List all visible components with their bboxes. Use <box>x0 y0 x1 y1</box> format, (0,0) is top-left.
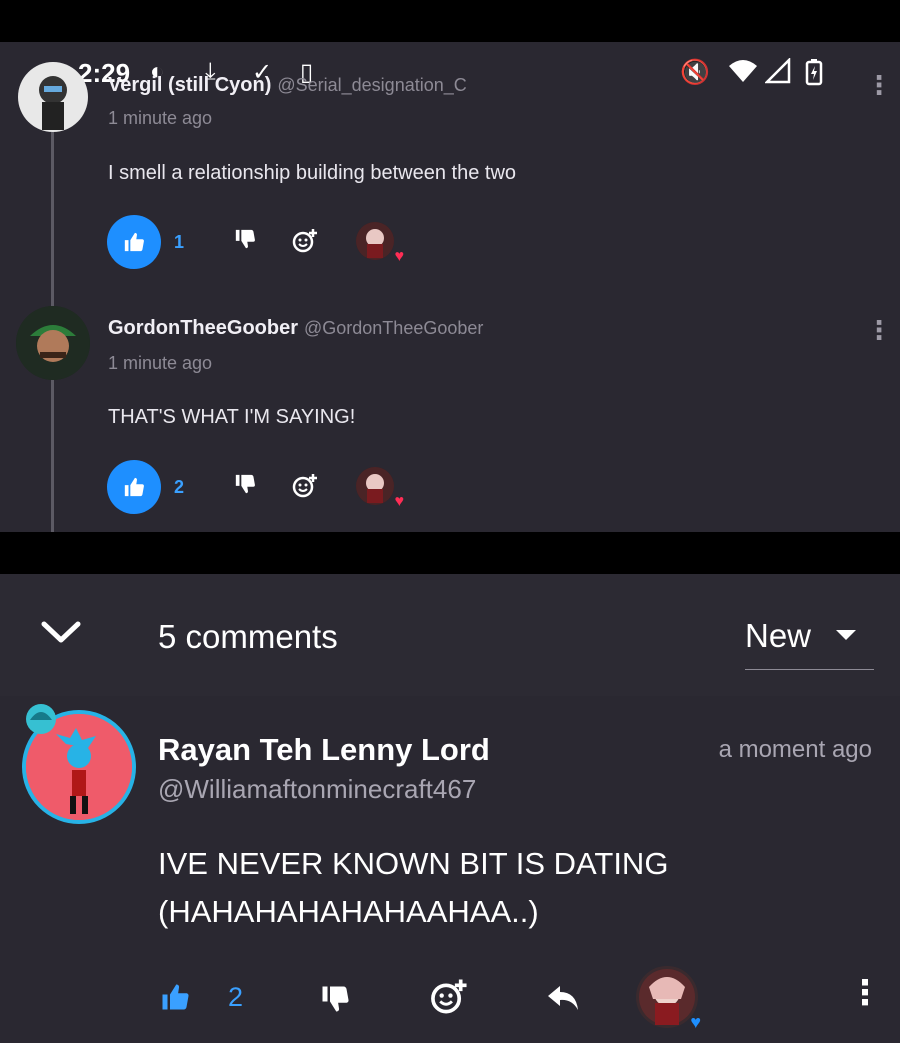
author-handle[interactable]: @Williamaftonminecraft467 <box>158 774 476 805</box>
comment-item: Rayan Teh Lenny Lord @Williamaftonminecr… <box>0 696 900 1043</box>
comment-count: 5 comments <box>158 618 338 655</box>
mute-icon: 🔇 <box>680 59 710 86</box>
comment-time: 1 minute ago <box>108 353 213 373</box>
author-handle[interactable]: @Serial_designation_C <box>277 75 466 95</box>
sort-label: New <box>745 617 812 654</box>
thumbs-up-icon <box>124 477 144 497</box>
comment-text-line: (HAHAHAHAHAHAAHAA..) <box>158 894 539 929</box>
reply-button[interactable] <box>546 984 580 1017</box>
author-name[interactable]: Rayan Teh Lenny Lord <box>158 732 490 768</box>
comment-time: 1 minute ago <box>108 108 213 128</box>
like-button[interactable] <box>107 460 161 514</box>
thumbs-down-icon <box>235 229 255 249</box>
battery-icon <box>805 58 823 93</box>
chevron-down-icon <box>41 621 81 643</box>
comment-author[interactable]: Vergil (still Cyon) @Serial_designation_C <box>108 74 467 97</box>
like-count: 2 <box>174 477 185 497</box>
author-handle[interactable]: @GordonTheeGoober <box>304 318 483 338</box>
add-emoji-icon <box>292 229 317 253</box>
comment-author[interactable]: GordonTheeGoober @GordonTheeGoober <box>108 317 483 340</box>
more-options-icon[interactable]: ⋮ <box>866 317 892 343</box>
more-options-icon[interactable]: ⋮ <box>848 976 882 1010</box>
avatar[interactable] <box>18 62 88 132</box>
add-reaction-button[interactable] <box>430 978 468 1021</box>
creator-heart-avatar: ♥ <box>636 966 701 1032</box>
dropdown-caret-icon <box>836 630 856 640</box>
add-reaction-button[interactable] <box>292 228 318 260</box>
creator-heart-avatar: ♥ <box>356 467 404 510</box>
wifi-icon <box>728 58 758 91</box>
thumbs-down-icon <box>322 986 349 1012</box>
collapse-button[interactable] <box>40 618 82 651</box>
comment-text-line: IVE NEVER KNOWN BIT IS DATING <box>158 846 669 881</box>
thumbs-up-icon <box>162 984 189 1010</box>
heart-icon: ♥ <box>394 248 405 265</box>
add-emoji-icon <box>292 474 317 498</box>
heart-icon: ♥ <box>394 493 405 510</box>
comments-header: 5 comments New <box>0 574 900 696</box>
signal-icon <box>763 56 791 91</box>
like-button[interactable] <box>107 215 161 269</box>
comment-text: I smell a relationship building between … <box>108 162 517 184</box>
like-count: 1 <box>174 232 185 252</box>
author-name[interactable]: GordonTheeGoober <box>108 317 298 339</box>
reply-icon <box>548 986 578 1010</box>
dislike-button[interactable] <box>234 228 256 256</box>
avatar-badge-icon <box>26 704 56 734</box>
thumbs-up-icon <box>124 232 144 252</box>
top-black-bar <box>0 0 900 42</box>
more-options-icon[interactable]: ⋮ <box>866 72 892 98</box>
dislike-button[interactable] <box>320 984 350 1019</box>
thumbs-down-icon <box>235 474 255 494</box>
avatar[interactable] <box>16 306 90 380</box>
separator-bar <box>0 532 900 574</box>
comment-text: THAT'S WHAT I'M SAYING! <box>108 406 356 428</box>
add-reaction-button[interactable] <box>292 473 318 505</box>
dislike-button[interactable] <box>234 473 256 501</box>
sort-dropdown[interactable]: New <box>745 614 874 670</box>
creator-heart-avatar: ♥ <box>356 222 404 265</box>
add-emoji-icon <box>431 979 467 1014</box>
comment-time: a moment ago <box>718 736 872 763</box>
author-name[interactable]: Vergil (still Cyon) <box>108 74 271 96</box>
comment-text: IVE NEVER KNOWN BIT IS DATING (HAHAHAHAH… <box>158 840 668 936</box>
heart-icon: ♥ <box>690 1012 701 1032</box>
like-button[interactable] <box>160 982 190 1017</box>
comment-actions: 2 ♥ ⋮ <box>0 966 900 1032</box>
like-count: 2 <box>228 982 244 1012</box>
